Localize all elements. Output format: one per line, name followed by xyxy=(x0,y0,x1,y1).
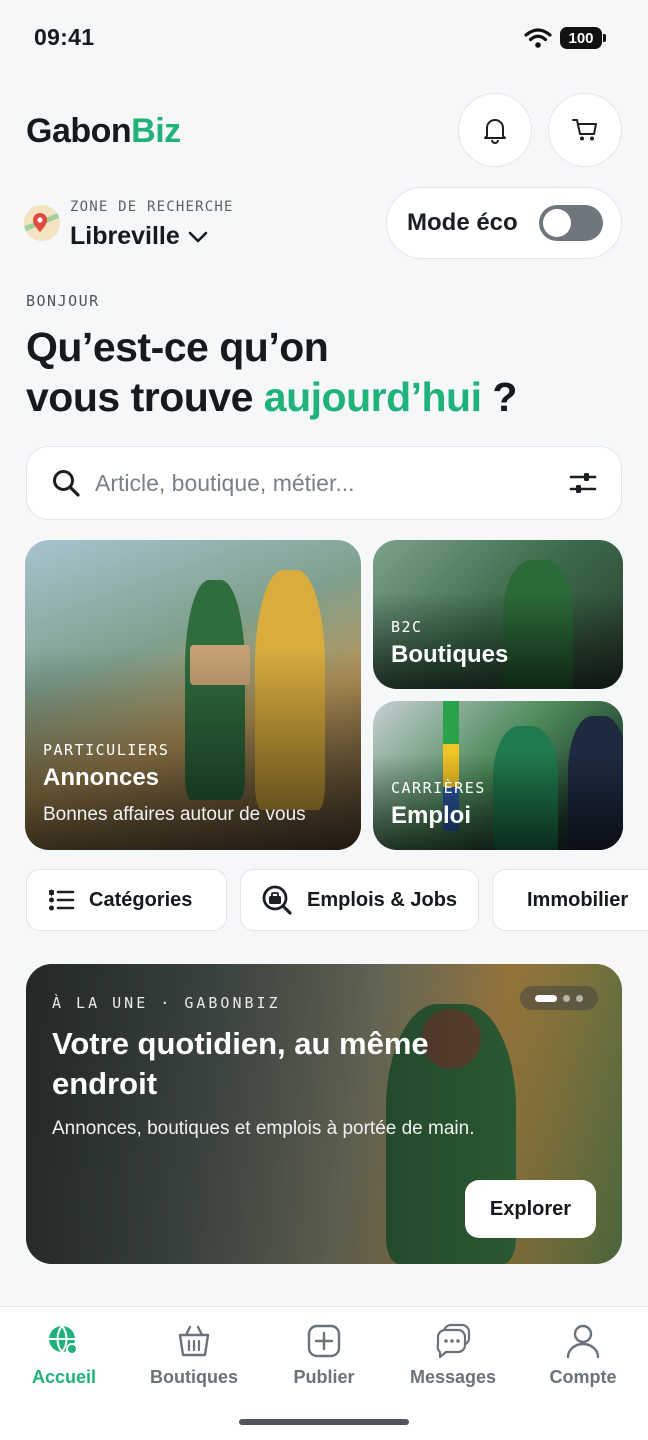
chat-icon xyxy=(436,1323,471,1359)
card-annonces-subtitle: Bonnes affaires autour de vous xyxy=(43,804,306,825)
search-icon xyxy=(53,470,80,497)
battery-indicator: 100 xyxy=(560,27,606,49)
eco-mode-label: Mode éco xyxy=(407,209,518,236)
list-icon xyxy=(49,889,75,911)
nav-label: Publier xyxy=(293,1367,355,1387)
nav-item-messages[interactable]: Messages xyxy=(398,1323,508,1388)
card-boutiques-eyebrow: B2C xyxy=(391,618,423,636)
headline-line2-end: ? xyxy=(481,374,517,420)
featured-banner[interactable]: À LA UNE · GABONBIZ Votre quotidien, au … xyxy=(26,964,622,1264)
greeting-eyebrow: BONJOUR xyxy=(26,292,100,310)
chip-label: Emplois & Jobs xyxy=(307,888,458,911)
nav-item-accueil[interactable]: Accueil xyxy=(9,1323,119,1388)
home-indicator xyxy=(239,1419,409,1425)
toggle-knob xyxy=(543,209,571,237)
cart-icon xyxy=(572,119,597,141)
chip-categories[interactable]: Catégories xyxy=(26,869,227,931)
carousel-dot[interactable] xyxy=(563,994,570,1002)
headline-line2: vous trouve aujourd’hui ? xyxy=(26,372,626,422)
nav-label: Messages xyxy=(409,1367,497,1387)
card-annonces-title: Annonces xyxy=(43,764,160,791)
headline-accent: aujourd’hui xyxy=(263,374,482,420)
banner-eyebrow: À LA UNE · GABONBIZ xyxy=(52,994,281,1012)
bottom-navigation: Accueil Boutiques Publier Messages Compt… xyxy=(0,1306,648,1440)
card-annonces[interactable]: PARTICULIERS Annonces Bonnes affaires au… xyxy=(25,540,361,850)
explore-button[interactable]: Explorer xyxy=(465,1180,596,1238)
map-pin-icon xyxy=(24,205,60,241)
search-input[interactable] xyxy=(95,469,569,497)
card-emploi[interactable]: CARRIÈRES Emploi xyxy=(373,701,623,850)
brand-name-part1: Gabon xyxy=(26,112,132,150)
nav-item-compte[interactable]: Compte xyxy=(528,1323,638,1388)
filter-icon[interactable] xyxy=(569,470,597,496)
plus-square-icon xyxy=(307,1324,341,1358)
basket-icon xyxy=(178,1325,210,1357)
card-boutiques[interactable]: B2C Boutiques xyxy=(373,540,623,689)
carousel-dot[interactable] xyxy=(576,994,583,1002)
banner-subtitle: Annonces, boutiques et emplois à portée … xyxy=(52,1118,475,1139)
nav-item-boutiques[interactable]: Boutiques xyxy=(139,1323,249,1388)
card-boutiques-title: Boutiques xyxy=(391,641,509,668)
globe-icon xyxy=(49,1325,78,1355)
headline-line1: Qu’est-ce qu’on xyxy=(26,324,329,370)
brand-name-part2: Biz xyxy=(131,112,181,150)
carousel-dot[interactable] xyxy=(535,994,557,1002)
chip-label: Catégories xyxy=(89,888,193,911)
notifications-button[interactable] xyxy=(458,93,532,167)
location-selector[interactable]: Libreville xyxy=(70,222,208,251)
wifi-icon xyxy=(524,27,552,54)
chip-emplois-jobs[interactable]: Emplois & Jobs xyxy=(240,869,479,931)
job-search-icon xyxy=(262,885,292,915)
card-emploi-eyebrow: CARRIÈRES xyxy=(391,779,486,797)
user-icon xyxy=(566,1324,600,1359)
page-headline: Qu’est-ce qu’on vous trouve aujourd’hui … xyxy=(26,322,626,422)
chip-label: Immobilier xyxy=(527,888,629,911)
chip-immobilier[interactable]: Immobilier xyxy=(492,869,648,931)
nav-label: Boutiques xyxy=(150,1367,238,1387)
headline-line2-start: vous trouve xyxy=(26,374,264,420)
bell-icon xyxy=(484,119,506,144)
location-label: ZONE DE RECHERCHE xyxy=(70,199,234,215)
search-bar xyxy=(26,446,622,520)
eco-mode-control: Mode éco xyxy=(386,187,622,259)
card-annonces-eyebrow: PARTICULIERS xyxy=(43,741,170,759)
chevron-down-icon xyxy=(188,231,208,242)
brand-logo: GabonBiz xyxy=(26,112,181,151)
status-time: 09:41 xyxy=(34,24,95,50)
nav-item-publier[interactable]: Publier xyxy=(269,1323,379,1388)
carousel-indicator[interactable] xyxy=(520,986,598,1010)
card-emploi-title: Emploi xyxy=(391,802,472,829)
location-city: Libreville xyxy=(70,222,180,250)
banner-title: Votre quotidien, au même endroit xyxy=(52,1026,429,1101)
nav-label: Compte xyxy=(549,1367,617,1387)
nav-label: Accueil xyxy=(31,1367,97,1387)
cart-button[interactable] xyxy=(548,93,622,167)
eco-mode-toggle[interactable] xyxy=(539,205,603,241)
